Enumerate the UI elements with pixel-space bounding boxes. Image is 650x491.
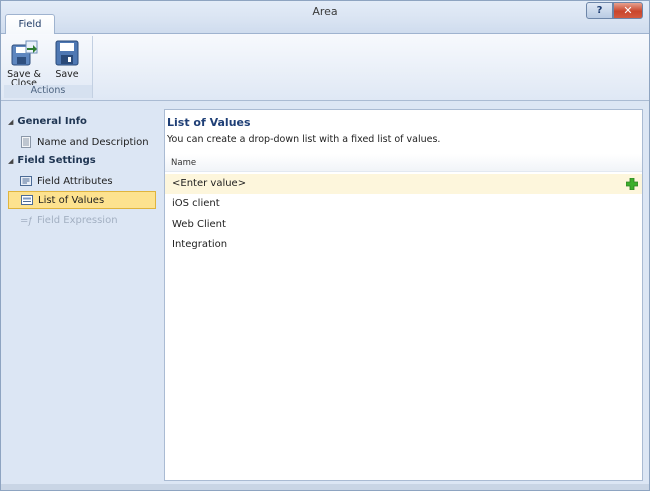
enter-value-row[interactable]: <Enter value> [165,174,642,194]
close-button[interactable]: ✕ [613,2,643,19]
sidebar-item-list-of-values[interactable]: List of Values [8,191,156,209]
svg-text:=f: =f [20,216,32,226]
help-button[interactable]: ? [586,2,613,19]
save-icon [55,40,79,66]
window-controls: ? ✕ [586,2,643,19]
title-bar: Area ? ✕ [1,1,649,33]
main-panel: List of Values You can create a drop-dow… [164,109,643,481]
add-icon[interactable] [626,178,638,190]
save-button[interactable]: Save [49,38,85,79]
group-label-actions: Actions [4,85,92,98]
bottom-bar [1,484,649,490]
list-item[interactable]: Integration [165,235,642,255]
section-field-settings[interactable]: ◢ Field Settings [8,155,96,166]
attributes-icon [20,176,32,186]
tab-field[interactable]: Field [5,14,55,34]
sidebar-item-field-attributes[interactable]: Field Attributes [8,172,156,190]
window-title: Area [312,5,338,18]
page-description: You can create a drop-down list with a f… [167,134,441,145]
expand-triangle-icon: ◢ [8,157,14,165]
ribbon: Save & Close Save Actions [1,33,649,101]
save-close-icon [11,40,38,66]
section-general-info[interactable]: ◢ General Info [8,116,87,127]
enter-value-input[interactable]: <Enter value> [172,178,246,189]
column-header-name[interactable]: Name [165,154,642,172]
save-label: Save [55,69,79,80]
expand-triangle-icon: ◢ [8,118,14,126]
sidebar: ◢ General Info Name and Description ◢ Fiel… [6,109,160,481]
sidebar-item-name-description[interactable]: Name and Description [8,133,156,151]
expression-icon: =f [20,216,32,226]
list-item[interactable]: iOS client [165,194,642,214]
ribbon-group-actions: Save & Close Save Actions [4,36,93,98]
list-item[interactable]: Web Client [165,215,642,235]
document-icon [21,136,31,148]
dialog-window: Area ? ✕ Field Save & Close Save Actions… [0,0,650,491]
save-close-button[interactable]: Save & Close [6,38,42,88]
sidebar-item-field-expression: =f Field Expression [20,214,118,227]
list-icon [21,195,33,205]
page-title: List of Values [167,116,251,129]
